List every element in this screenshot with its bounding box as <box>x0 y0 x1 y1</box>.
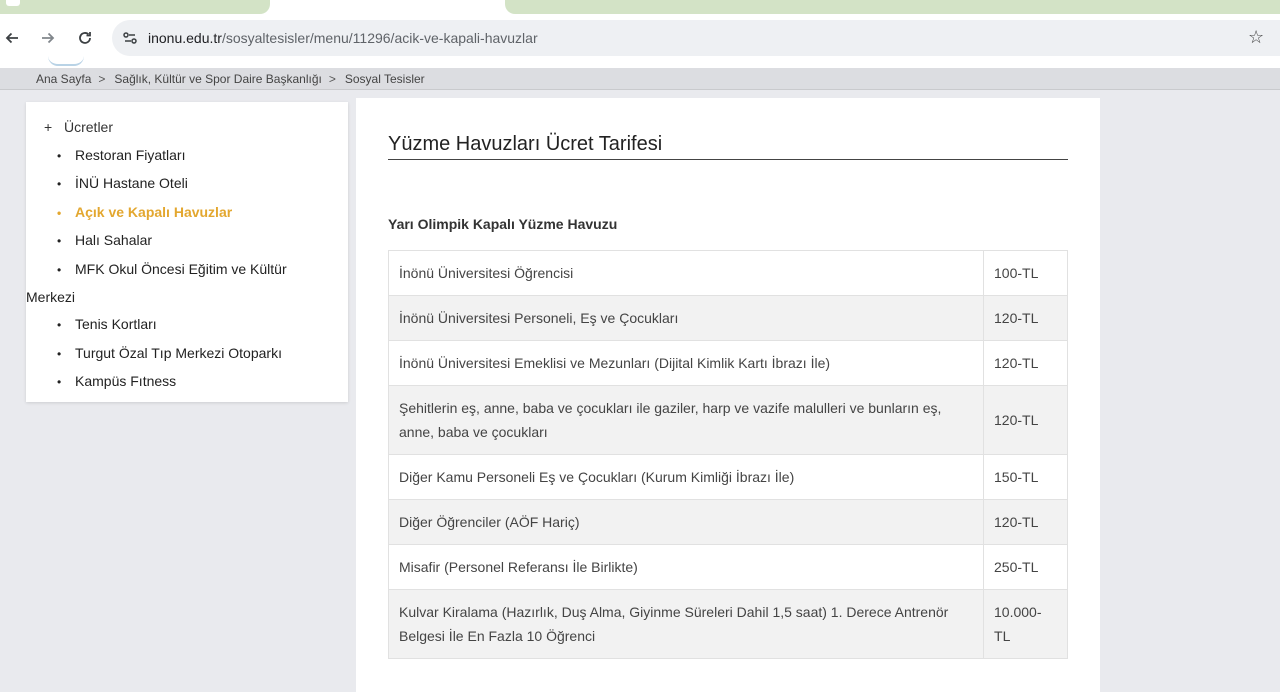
browser-tab-strip-area <box>505 0 1280 14</box>
sidebar-item-campus-fitness[interactable]: • Kampüs Fıtness <box>54 368 339 396</box>
sidebar-menu: + Ücretler • Restoran Fiyatları • İNÜ Hasta… <box>26 102 348 402</box>
sidebar-item-tennis-courts[interactable]: • Tenis Kortları <box>54 311 339 339</box>
site-settings-icon[interactable] <box>120 28 140 48</box>
row-price: 250-TL <box>983 544 1068 590</box>
sidebar-header-label: Ücretler <box>64 119 114 135</box>
table-row: İnönü Üniversitesi Öğrencisi 100-TL <box>387 250 1068 296</box>
browser-toolbar: inonu.edu.tr/sosyaltesisler/menu/11296/a… <box>0 14 1280 62</box>
bullet-icon: • <box>57 375 62 390</box>
reload-icon[interactable] <box>73 26 97 50</box>
bullet-icon: • <box>57 205 62 220</box>
row-label: Şehitlerin eş, anne, baba ve çocukları i… <box>387 385 985 455</box>
tab-favicon-icon <box>6 0 20 6</box>
sidebar-list: • Restoran Fiyatları • İNÜ Hastane Oteli •… <box>26 142 339 397</box>
bullet-icon: • <box>57 177 62 192</box>
table-row: Şehitlerin eş, anne, baba ve çocukları i… <box>387 385 1068 455</box>
sidebar-item-football-fields[interactable]: • Halı Sahalar <box>54 227 339 255</box>
row-label: Misafir (Personel Referansı İle Birlikte… <box>387 544 985 590</box>
forward-arrow-icon[interactable] <box>36 26 60 50</box>
row-price: 150-TL <box>983 454 1068 500</box>
bullet-icon: • <box>57 318 62 333</box>
table-row: İnönü Üniversitesi Personeli, Eş ve Çocu… <box>387 295 1068 341</box>
bullet-icon: • <box>57 234 62 249</box>
browser-tab[interactable] <box>0 0 270 14</box>
row-label: İnönü Üniversitesi Öğrencisi <box>387 250 985 296</box>
tab-strip <box>0 0 1280 14</box>
page-title: Yüzme Havuzları Ücret Tarifesi <box>388 133 1068 160</box>
price-table: İnönü Üniversitesi Öğrencisi 100-TL İnönü… <box>387 250 1068 659</box>
table-row: Misafir (Personel Referansı İle Birlikte… <box>387 544 1068 590</box>
row-label: İnönü Üniversitesi Emeklisi ve Mezunları… <box>387 340 985 386</box>
bullet-icon: • <box>57 262 62 277</box>
back-arrow-icon[interactable] <box>0 26 24 50</box>
row-price: 120-TL <box>983 385 1068 455</box>
breadcrumb-social-facilities[interactable]: Sosyal Tesisler <box>345 72 425 86</box>
address-url[interactable]: inonu.edu.tr/sosyaltesisler/menu/11296/a… <box>148 30 538 46</box>
bullet-icon: • <box>57 149 62 163</box>
row-label: Diğer Öğrenciler (AÖF Hariç) <box>387 499 985 545</box>
sidebar-item-hospital-hotel[interactable]: • İNÜ Hastane Oteli <box>54 170 339 198</box>
breadcrumb-separator: > <box>328 71 336 86</box>
row-price: 100-TL <box>983 250 1068 296</box>
table-row: İnönü Üniversitesi Emeklisi ve Mezunları… <box>387 340 1068 386</box>
section-title: Yarı Olimpik Kapalı Yüzme Havuzu <box>388 216 618 232</box>
breadcrumb-department[interactable]: Sağlık, Kültür ve Spor Daire Başkanlığı <box>114 72 321 86</box>
sidebar-item-medical-parking[interactable]: • Turgut Özal Tıp Merkezi Otoparkı <box>54 340 339 368</box>
url-path: /sosyaltesisler/menu/11296/acik-ve-kapal… <box>221 30 538 46</box>
sidebar-header[interactable]: + Ücretler <box>44 119 113 135</box>
row-label: İnönü Üniversitesi Personeli, Eş ve Çocu… <box>387 295 985 341</box>
url-host: inonu.edu.tr <box>148 30 222 46</box>
main-content: Yüzme Havuzları Ücret Tarifesi Yarı Olim… <box>356 98 1100 692</box>
table-row: Diğer Kamu Personeli Eş ve Çocukları (Ku… <box>387 454 1068 500</box>
table-row: Kulvar Kiralama (Hazırlık, Duş Alma, Giy… <box>387 589 1068 659</box>
breadcrumb-home[interactable]: Ana Sayfa <box>36 72 91 86</box>
row-price: 10.000-TL <box>983 589 1068 659</box>
sidebar-item-label: Restoran Fiyatları <box>75 147 186 163</box>
table-row: Diğer Öğrenciler (AÖF Hariç) 120-TL <box>387 499 1068 545</box>
row-label: Kulvar Kiralama (Hazırlık, Duş Alma, Giy… <box>387 589 985 659</box>
sidebar-item-label: Kampüs Fıtness <box>75 373 177 390</box>
row-price: 120-TL <box>983 340 1068 386</box>
row-price: 120-TL <box>983 295 1068 341</box>
sidebar-item-label: Açık ve Kapalı Havuzlar <box>75 203 233 220</box>
sidebar-item-label-cont: Merkezi <box>26 289 76 306</box>
row-label: Diğer Kamu Personeli Eş ve Çocukları (Ku… <box>387 454 985 500</box>
bookmark-star-icon[interactable]: ☆ <box>1248 27 1264 48</box>
bullet-icon: • <box>57 346 62 361</box>
sidebar-item-preschool-center[interactable]: • MFK Okul Öncesi Eğitim ve Kültür Merkezi <box>26 256 339 312</box>
sidebar-item-restaurant-prices[interactable]: • Restoran Fiyatları <box>54 142 339 170</box>
sidebar-item-label: MFK Okul Öncesi Eğitim ve Kültür <box>75 260 287 277</box>
expand-plus-icon[interactable]: + <box>44 119 64 135</box>
sidebar-item-label: İNÜ Hastane Oteli <box>75 175 188 192</box>
sidebar-item-label: Halı Sahalar <box>75 232 153 249</box>
site-logo-partial <box>48 56 84 66</box>
sidebar-item-label: Tenis Kortları <box>75 316 157 333</box>
sidebar-item-label: Turgut Özal Tıp Merkezi Otoparkı <box>75 344 282 361</box>
address-bar[interactable]: inonu.edu.tr/sosyaltesisler/menu/11296/a… <box>112 20 1280 56</box>
breadcrumb: Ana Sayfa > Sağlık, Kültür ve Spor Daire… <box>0 68 1280 90</box>
row-price: 120-TL <box>983 499 1068 545</box>
breadcrumb-separator: > <box>98 71 106 86</box>
sidebar-item-pools[interactable]: • Açık ve Kapalı Havuzlar <box>54 199 339 227</box>
